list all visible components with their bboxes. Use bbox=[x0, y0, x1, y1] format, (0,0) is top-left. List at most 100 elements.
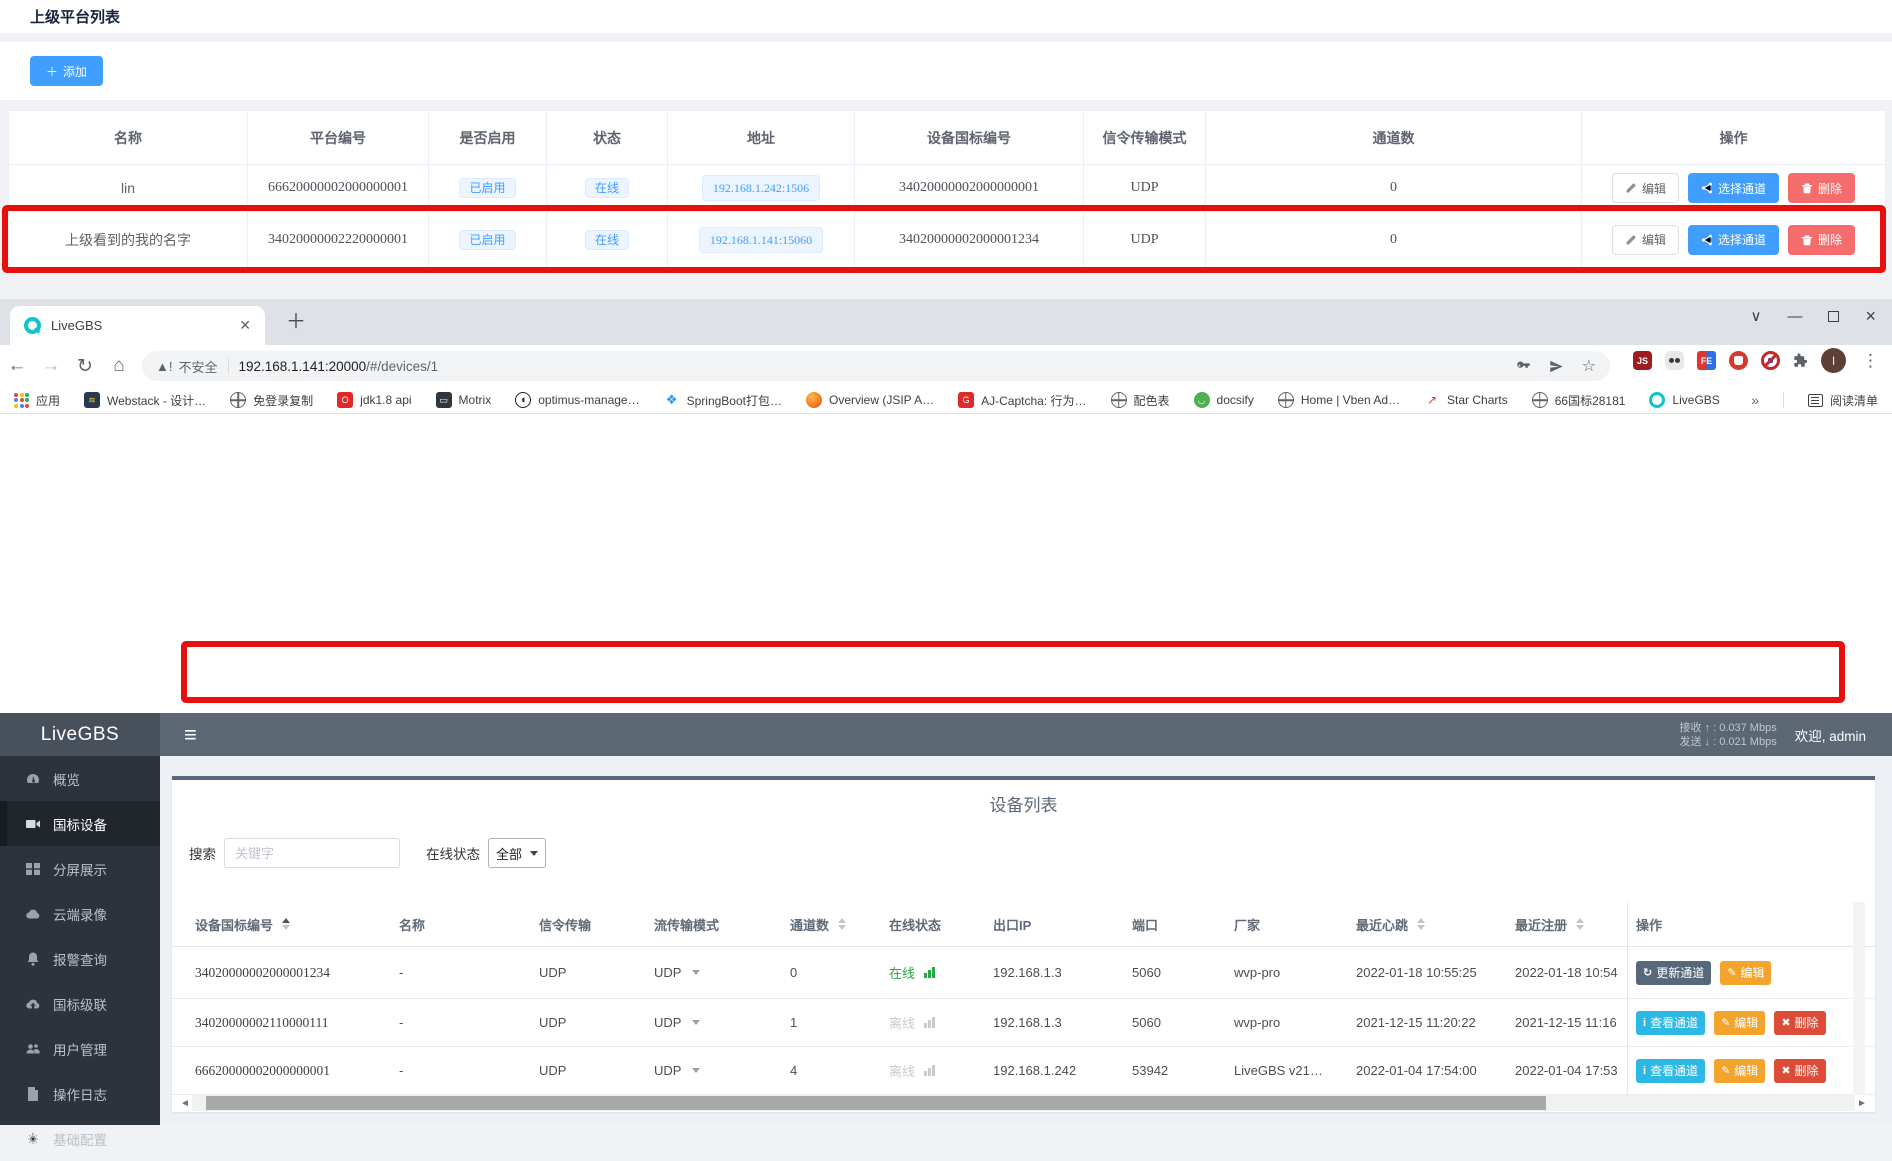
bookmark-star-icon[interactable]: ☆ bbox=[1582, 356, 1596, 376]
app-logo[interactable]: LiveGBS bbox=[0, 713, 160, 756]
stream-mode-select[interactable]: UDP bbox=[654, 1015, 790, 1030]
bookmark-apps[interactable]: 应用 bbox=[14, 392, 60, 409]
address-badge[interactable]: 192.168.1.141:15060 bbox=[699, 227, 823, 253]
col-heartbeat[interactable]: 最近心跳 bbox=[1356, 915, 1515, 934]
window-close-button[interactable]: × bbox=[1865, 306, 1876, 327]
view-channels-button[interactable]: i查看通道 bbox=[1636, 1059, 1705, 1083]
pencil-icon bbox=[1625, 182, 1637, 194]
divider bbox=[1783, 392, 1784, 408]
back-icon[interactable]: ← bbox=[0, 355, 34, 377]
col-channels[interactable]: 通道数 bbox=[790, 915, 889, 934]
platform-list-panel: 上级平台列表 ＋ 添加 名称 平台编号 是否启用 状态 地址 设备国标编号 信令… bbox=[0, 0, 1892, 299]
key-icon[interactable] bbox=[1516, 359, 1531, 374]
bookmark-overview-jsip[interactable]: Overview (JSIP A… bbox=[806, 392, 934, 408]
tab-close-icon[interactable]: ✕ bbox=[235, 315, 255, 336]
edit-button[interactable]: ✎编辑 bbox=[1714, 1011, 1765, 1035]
warning-icon[interactable]: ▲! bbox=[156, 359, 172, 374]
add-platform-button[interactable]: ＋ 添加 bbox=[30, 56, 103, 86]
col-device-gb-id[interactable]: 设备国标编号 bbox=[172, 915, 399, 934]
scroll-left-icon[interactable]: ◄ bbox=[178, 1098, 192, 1109]
motrix-icon: ▭ bbox=[436, 392, 452, 408]
sidebar-item-gb-devices[interactable]: 国标设备 bbox=[0, 801, 160, 846]
webstack-icon: ≋ bbox=[84, 392, 100, 408]
window-maximize-button[interactable] bbox=[1828, 311, 1839, 322]
address-bar[interactable]: ▲! 不安全 192.168.1.141:20000 /#/devices/1 … bbox=[142, 351, 1610, 381]
bookmark-docsify[interactable]: ◡ docsify bbox=[1194, 392, 1254, 408]
sidebar-item-basic-config[interactable]: 基础配置 bbox=[0, 1116, 160, 1161]
table-row: lin 66620000002000000001 已启用 在线 192.168.… bbox=[9, 165, 1885, 212]
edit-button[interactable]: 编辑 bbox=[1612, 173, 1679, 203]
sort-icon bbox=[1417, 918, 1425, 930]
chevron-down-icon[interactable]: ∨ bbox=[1751, 307, 1762, 325]
stream-mode-select[interactable]: UDP bbox=[654, 1063, 790, 1078]
bookmark-motrix[interactable]: ▭ Motrix bbox=[436, 392, 492, 408]
home-icon[interactable]: ⌂ bbox=[102, 355, 136, 377]
scrollbar-thumb[interactable] bbox=[206, 1096, 1546, 1110]
edit-button[interactable]: 编辑 bbox=[1612, 225, 1679, 255]
address-badge[interactable]: 192.168.1.242:1506 bbox=[702, 175, 820, 201]
sidebar-item-overview[interactable]: 概览 bbox=[0, 756, 160, 801]
bookmark-star-charts[interactable]: ↗ Star Charts bbox=[1424, 392, 1508, 408]
bookmark-gb28181[interactable]: 66国标28181 bbox=[1532, 392, 1626, 409]
select-channel-button[interactable]: 选择通道 bbox=[1688, 225, 1779, 255]
delete-button[interactable]: ✖删除 bbox=[1774, 1059, 1825, 1083]
users-icon bbox=[25, 1041, 41, 1057]
bar-chart-icon bbox=[924, 1017, 935, 1028]
send-icon[interactable] bbox=[1549, 359, 1564, 374]
view-channels-button[interactable]: i查看通道 bbox=[1636, 1011, 1705, 1035]
bookmark-jdk-api[interactable]: O jdk1.8 api bbox=[337, 392, 411, 408]
sidebar-item-operation-log[interactable]: 操作日志 bbox=[0, 1071, 160, 1116]
update-channels-button[interactable]: ↻更新通道 bbox=[1636, 961, 1711, 985]
fe-extension-icon[interactable]: FE bbox=[1697, 351, 1716, 370]
video-camera-icon bbox=[25, 816, 41, 832]
browser-tab[interactable]: LiveGBS ✕ bbox=[10, 306, 265, 345]
sidebar-item-user-management[interactable]: 用户管理 bbox=[0, 1026, 160, 1071]
delete-button[interactable]: 删除 bbox=[1788, 173, 1855, 203]
search-input[interactable] bbox=[224, 838, 400, 868]
bookmark-copy[interactable]: 免登录复制 bbox=[230, 392, 313, 409]
select-channel-button[interactable]: 选择通道 bbox=[1688, 173, 1779, 203]
online-status[interactable]: 在线 bbox=[889, 963, 993, 982]
sidebar-item-alarm-query[interactable]: 报警查询 bbox=[0, 936, 160, 981]
stream-mode-select[interactable]: UDP bbox=[654, 965, 790, 980]
sidebar-item-gb-cascade[interactable]: 国标级联 bbox=[0, 981, 160, 1026]
new-tab-button[interactable]: ＋ bbox=[282, 309, 310, 337]
bookmark-vben[interactable]: Home | Vben Ad… bbox=[1278, 392, 1400, 408]
last-registered: 2022-01-04 17:53 bbox=[1515, 1063, 1627, 1078]
bookmark-aj-captcha[interactable]: G AJ-Captcha: 行为… bbox=[958, 392, 1086, 409]
col-registered[interactable]: 最近注册 bbox=[1515, 915, 1627, 934]
proxy-extension-icon[interactable] bbox=[1665, 351, 1684, 370]
browser-menu-icon[interactable]: ⋮ bbox=[1859, 351, 1882, 371]
js-extension-icon[interactable]: JS bbox=[1633, 351, 1652, 370]
reload-icon[interactable]: ↻ bbox=[68, 355, 102, 378]
url-path: /#/devices/1 bbox=[366, 359, 438, 374]
scrollbar-track[interactable] bbox=[192, 1095, 1855, 1111]
blocker-extension-icon[interactable] bbox=[1761, 351, 1780, 370]
bookmark-palette[interactable]: 配色表 bbox=[1111, 392, 1170, 409]
edit-button[interactable]: ✎编辑 bbox=[1714, 1059, 1765, 1083]
delete-button[interactable]: ✖删除 bbox=[1774, 1011, 1825, 1035]
bookmark-webstack[interactable]: ≋ Webstack - 设计… bbox=[84, 392, 206, 409]
reading-list-button[interactable]: 阅读清单 bbox=[1808, 392, 1878, 409]
delete-button[interactable]: 删除 bbox=[1788, 225, 1855, 255]
hamburger-icon[interactable]: ≡ bbox=[184, 722, 197, 748]
window-minimize-button[interactable]: — bbox=[1787, 308, 1802, 325]
sidebar-item-split-screen[interactable]: 分屏展示 bbox=[0, 846, 160, 891]
bookmark-livegbs[interactable]: LiveGBS bbox=[1649, 392, 1719, 408]
horizontal-scrollbar[interactable]: ◄ ► bbox=[178, 1095, 1869, 1111]
forward-icon[interactable]: → bbox=[34, 355, 68, 377]
bookmark-springboot[interactable]: ❖ SpringBoot打包… bbox=[664, 392, 782, 409]
status-badge: 在线 bbox=[585, 230, 629, 250]
edit-button[interactable]: ✎编辑 bbox=[1720, 961, 1771, 985]
profile-avatar[interactable]: I bbox=[1821, 348, 1846, 373]
online-status-select[interactable]: 全部 bbox=[488, 838, 546, 868]
scroll-right-icon[interactable]: ► bbox=[1855, 1098, 1869, 1109]
sidebar-item-cloud-record[interactable]: 云端录像 bbox=[0, 891, 160, 936]
puzzle-extensions-icon[interactable] bbox=[1793, 353, 1808, 368]
adblock-extension-icon[interactable] bbox=[1729, 351, 1748, 370]
vertical-scrollbar[interactable] bbox=[1853, 902, 1865, 1095]
welcome-user[interactable]: 欢迎, admin bbox=[1795, 725, 1866, 745]
bookmarks-overflow-icon[interactable]: » bbox=[1751, 392, 1759, 408]
chevron-down-icon bbox=[692, 970, 700, 975]
bookmark-optimus[interactable]: ◖ optimus-manage… bbox=[515, 392, 639, 408]
